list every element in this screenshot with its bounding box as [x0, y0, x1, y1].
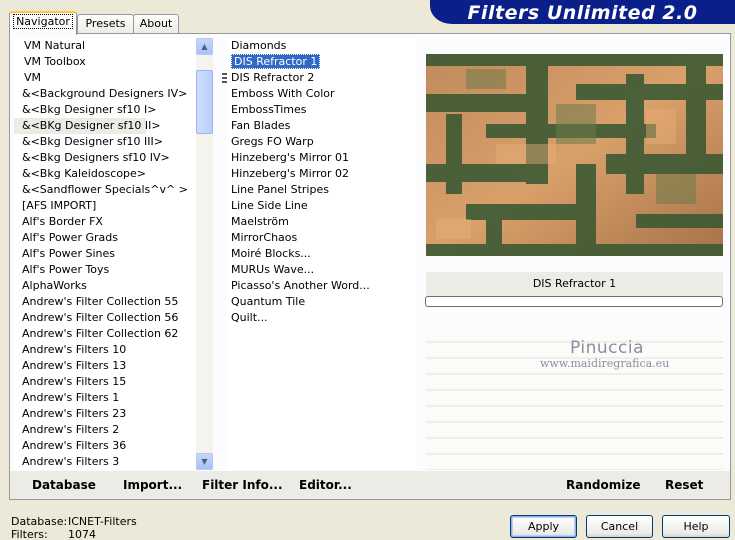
category-item[interactable]: Alf's Power Grads — [14, 230, 196, 246]
reset-button[interactable]: Reset — [665, 478, 703, 492]
filter-info-button[interactable]: Filter Info... — [202, 478, 283, 492]
filter-item-label: DIS Refractor 2 — [231, 71, 315, 84]
filter-item[interactable]: Quilt... — [227, 310, 417, 326]
category-item[interactable]: Andrew's Filter Collection 55 — [14, 294, 196, 310]
filter-item-label: EmbossTimes — [231, 103, 307, 116]
category-scrollbar[interactable]: ▲ ▼ — [196, 38, 213, 470]
filter-item-label: DIS Refractor 1 — [231, 54, 321, 69]
help-button[interactable]: Help — [662, 515, 730, 538]
apply-button[interactable]: Apply — [510, 515, 577, 538]
filter-item-label: Emboss With Color — [231, 87, 335, 100]
category-item[interactable]: [AFS IMPORT] — [14, 198, 196, 214]
filter-item-label: Quantum Tile — [231, 295, 306, 308]
cancel-button[interactable]: Cancel — [586, 515, 653, 538]
category-item[interactable]: Andrew's Filters 3 — [14, 454, 196, 470]
filter-item-label: Hinzeberg's Mirror 02 — [231, 167, 350, 180]
filter-item-label: Maelström — [231, 215, 289, 228]
tab-presets[interactable]: Presets — [77, 14, 134, 34]
filter-item[interactable]: Gregs FO Warp — [227, 134, 417, 150]
randomize-button[interactable]: Randomize — [566, 478, 640, 492]
selected-filter-name: DIS Refractor 1 — [426, 272, 723, 297]
status-filters: Filters: 1074 — [11, 528, 96, 540]
filter-item-label: MirrorChaos — [231, 231, 298, 244]
filter-item[interactable]: DIS Refractor 2 — [227, 70, 417, 86]
filter-item[interactable]: Quantum Tile — [227, 294, 417, 310]
status-filters-label: Filters: — [11, 528, 48, 540]
tab-navigator[interactable]: Navigator — [9, 11, 77, 35]
filter-item[interactable]: Line Panel Stripes — [227, 182, 417, 198]
scroll-thumb[interactable] — [196, 70, 213, 134]
category-item[interactable]: Andrew's Filter Collection 56 — [14, 310, 196, 326]
category-item[interactable]: Andrew's Filters 10 — [14, 342, 196, 358]
filter-item-label: Line Panel Stripes — [231, 183, 329, 196]
category-item[interactable]: Andrew's Filters 36 — [14, 438, 196, 454]
filter-item[interactable]: Moiré Blocks... — [227, 246, 417, 262]
watermark-url: www.maidiregrafica.eu — [540, 357, 670, 370]
status-database-value: ICNET-Filters — [68, 515, 137, 528]
category-item[interactable]: &<Bkg Designers sf10 IV> — [14, 150, 196, 166]
filter-item[interactable]: Maelström — [227, 214, 417, 230]
import-button[interactable]: Import... — [123, 478, 182, 492]
filter-item[interactable]: MURUs Wave... — [227, 262, 417, 278]
database-button[interactable]: Database — [32, 478, 96, 492]
category-item[interactable]: Alf's Border FX — [14, 214, 196, 230]
filter-item[interactable]: Diamonds — [227, 38, 417, 54]
filter-item-label: Quilt... — [231, 311, 268, 324]
tab-about[interactable]: About — [133, 14, 179, 34]
filter-preview-image — [426, 54, 723, 256]
category-item[interactable]: &<BKg Designer sf10 II> — [14, 118, 161, 134]
scroll-down-arrow-icon[interactable]: ▼ — [196, 453, 213, 470]
filter-item[interactable]: Fan Blades — [227, 118, 417, 134]
filter-item-label: Diamonds — [231, 39, 287, 52]
filter-item[interactable]: Emboss With Color — [227, 86, 417, 102]
filter-item-label: Picasso's Another Word... — [231, 279, 370, 292]
category-item[interactable]: Andrew's Filters 1 — [14, 390, 196, 406]
status-database-label: Database: — [11, 515, 68, 528]
category-item[interactable]: VM Natural — [14, 38, 196, 54]
category-item[interactable]: &<Bkg Kaleidoscope> — [14, 166, 196, 182]
category-item[interactable]: &<Background Designers IV> — [14, 86, 196, 102]
drag-handle-icon — [222, 73, 227, 84]
category-item[interactable]: VM Toolbox — [14, 54, 196, 70]
editor-button[interactable]: Editor... — [299, 478, 352, 492]
category-item[interactable]: Andrew's Filters 15 — [14, 374, 196, 390]
category-item[interactable]: Andrew's Filters 2 — [14, 422, 196, 438]
filter-item-label: Moiré Blocks... — [231, 247, 311, 260]
filter-item[interactable]: EmbossTimes — [227, 102, 417, 118]
category-item[interactable]: Andrew's Filters 13 — [14, 358, 196, 374]
app-title-banner: Filters Unlimited 2.0 — [430, 0, 735, 24]
filter-item[interactable]: Line Side Line — [227, 198, 417, 214]
filter-item[interactable]: Hinzeberg's Mirror 02 — [227, 166, 417, 182]
filter-item-label: Gregs FO Warp — [231, 135, 314, 148]
filter-list[interactable]: Diamonds DIS Refractor 1 DIS Refractor 2 Em… — [227, 38, 417, 470]
filter-item-label: MURUs Wave... — [231, 263, 315, 276]
category-item[interactable]: AlphaWorks — [14, 278, 196, 294]
category-item[interactable]: &<Bkg Designer sf10 III> — [14, 134, 196, 150]
filter-item[interactable]: Picasso's Another Word... — [227, 278, 417, 294]
command-bar: Database Import... Filter Info... Editor… — [10, 471, 730, 499]
watermark-name: Pinuccia — [570, 338, 644, 358]
scroll-up-arrow-icon[interactable]: ▲ — [196, 38, 213, 55]
status-database: Database: ICNET-Filters — [11, 515, 137, 528]
filter-item-label: Line Side Line — [231, 199, 308, 212]
category-item[interactable]: &<Sandflower Specials^v^ > — [14, 182, 196, 198]
category-list[interactable]: VM Natural VM Toolbox VM &<Background Desig… — [14, 38, 196, 470]
filter-item[interactable]: Hinzeberg's Mirror 01 — [227, 150, 417, 166]
filter-item-label: Hinzeberg's Mirror 01 — [231, 151, 350, 164]
filter-item[interactable]: DIS Refractor 1 — [227, 54, 417, 70]
category-item[interactable]: Alf's Power Toys — [14, 262, 196, 278]
filter-item[interactable]: MirrorChaos — [227, 230, 417, 246]
category-item[interactable]: Alf's Power Sines — [14, 246, 196, 262]
category-item[interactable]: Andrew's Filter Collection 62 — [14, 326, 196, 342]
category-item[interactable]: Andrew's Filters 23 — [14, 406, 196, 422]
filter-item-label: Fan Blades — [231, 119, 291, 132]
category-item[interactable]: VM — [14, 70, 196, 86]
progress-bar — [425, 296, 723, 307]
category-item[interactable]: &<Bkg Designer sf10 I> — [14, 102, 196, 118]
status-filters-value: 1074 — [68, 528, 96, 540]
